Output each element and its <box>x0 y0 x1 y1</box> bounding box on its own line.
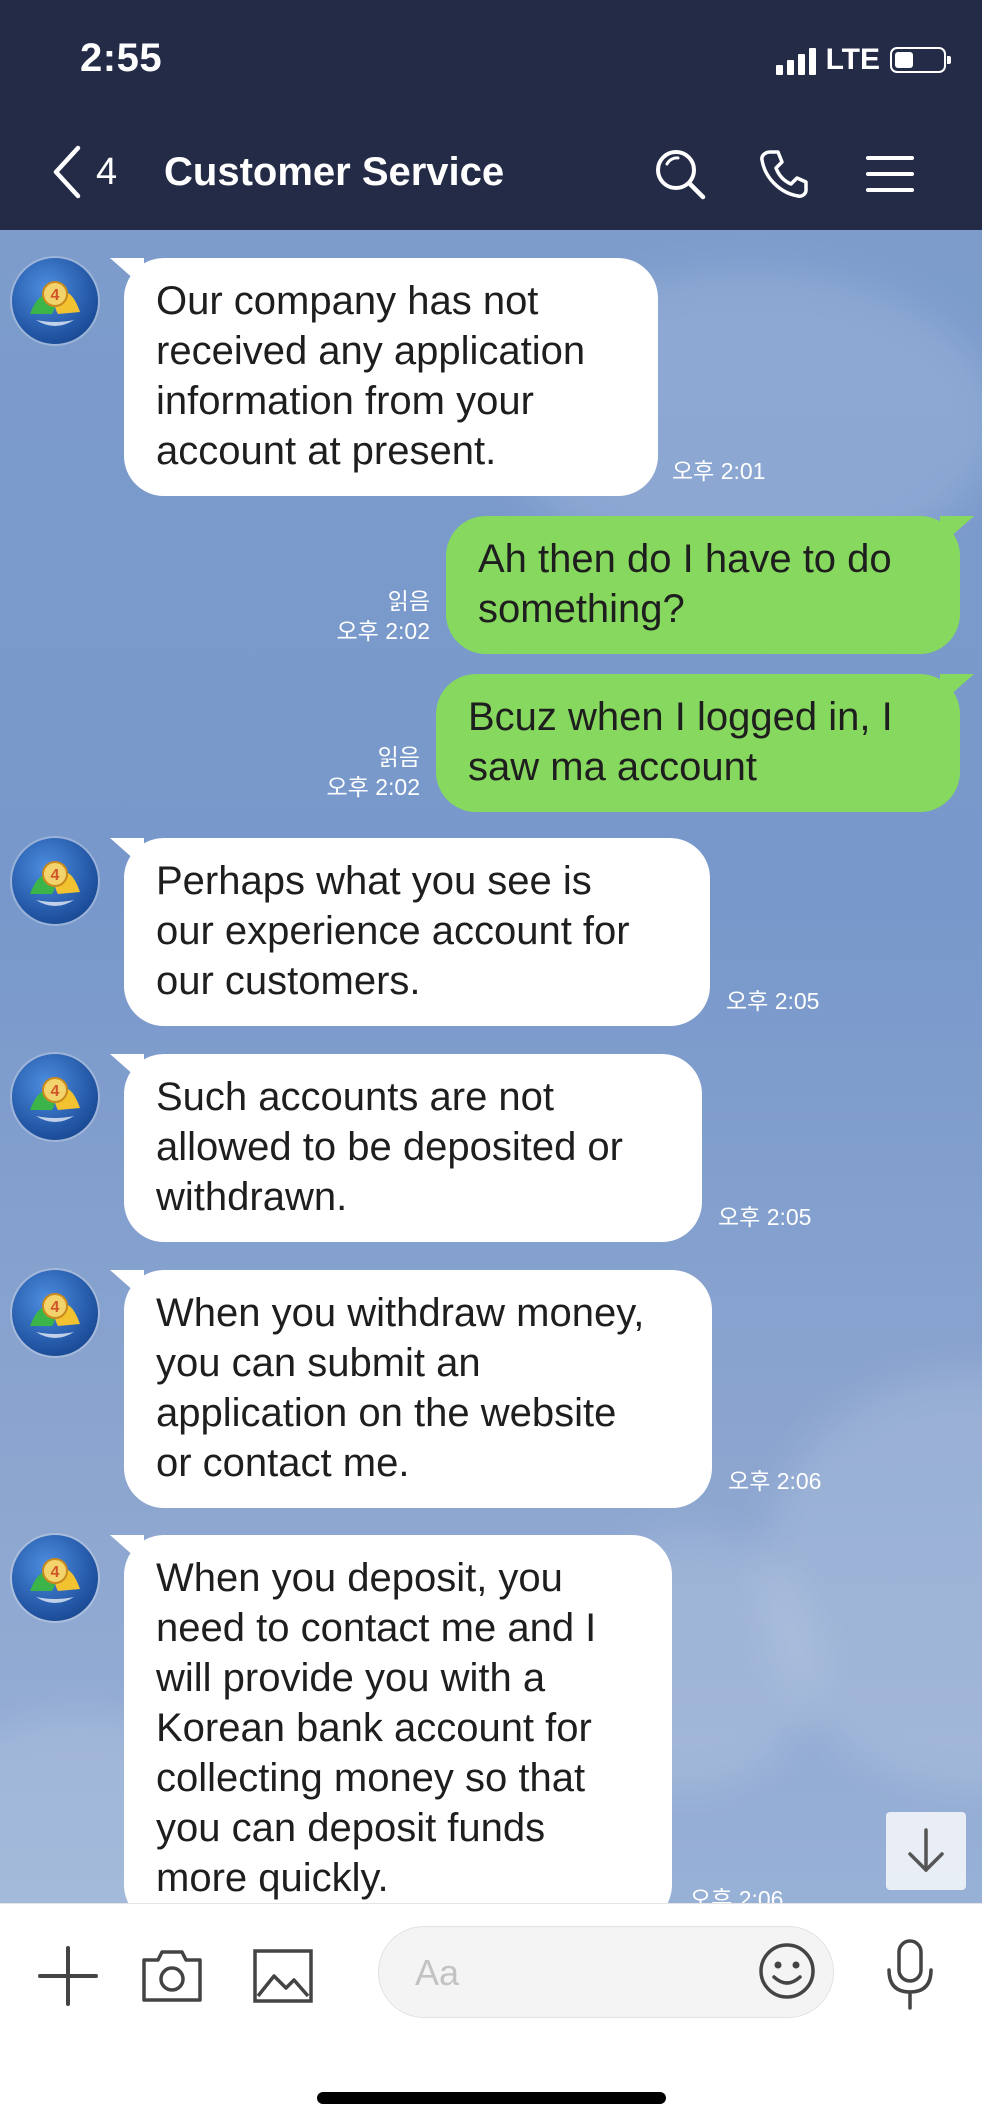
message-text-line: When you withdraw money, <box>156 1291 645 1335</box>
svg-text:4: 4 <box>51 867 60 884</box>
message-timestamp: 오후 2:05 <box>718 1204 812 1230</box>
agent-avatar-icon[interactable]: 4 <box>12 1054 98 1140</box>
message-text-line: our customers. <box>156 959 421 1003</box>
trading-logo-icon: 4 <box>30 1077 80 1122</box>
battery-icon <box>890 47 951 73</box>
message-text-line: Bcuz when I logged in, I <box>468 695 893 739</box>
image-icon[interactable] <box>252 1948 314 2004</box>
read-status: 읽음 <box>377 744 420 770</box>
message-text-line: account at present. <box>156 429 497 473</box>
message-text-line: something? <box>478 587 685 631</box>
svg-text:4: 4 <box>51 1564 60 1581</box>
message-text-line: withdrawn. <box>156 1175 348 1219</box>
message-text-line: our experience account for <box>156 909 630 953</box>
message-timestamp: 오후 2:06 <box>690 1886 784 1903</box>
chat-message-list[interactable]: 4 Our company has not received any appli… <box>0 230 982 1903</box>
agent-avatar-icon[interactable]: 4 <box>12 838 98 924</box>
outgoing-message-bubble[interactable]: Ah then do I have to do something? <box>446 516 960 654</box>
message-text-line: Ah then do I have to do <box>478 537 892 581</box>
message-text-line: or contact me. <box>156 1441 410 1485</box>
message-text-line: need to contact me and I <box>156 1606 597 1650</box>
message-read-receipt: 읽음 오후 2:02 <box>300 586 430 646</box>
menu-icon[interactable] <box>862 146 918 202</box>
chat-title: Customer Service <box>164 150 505 194</box>
status-time: 2:55 <box>80 36 163 80</box>
message-text-line: will provide you with a <box>156 1656 546 1700</box>
message-text-line: information from your <box>156 379 534 423</box>
back-button[interactable]: 4 <box>50 144 117 200</box>
incoming-message-bubble[interactable]: Our company has not received any applica… <box>124 258 658 496</box>
emoji-icon[interactable] <box>757 1941 817 2001</box>
message-text-line: Our company has not <box>156 279 539 323</box>
message-text-line: Korean bank account for <box>156 1706 592 1750</box>
home-indicator <box>317 2092 666 2104</box>
back-chevron-icon <box>53 145 81 199</box>
agent-avatar-icon[interactable]: 4 <box>12 258 98 344</box>
message-timestamp: 오후 2:06 <box>728 1468 822 1494</box>
agent-avatar-icon[interactable]: 4 <box>12 1535 98 1621</box>
message-text-line: received any application <box>156 329 586 373</box>
incoming-message-bubble[interactable]: Perhaps what you see is our experience a… <box>124 838 710 1026</box>
message-text-line: collecting money so that <box>156 1756 586 1800</box>
svg-text:4: 4 <box>51 1083 60 1100</box>
incoming-message-bubble[interactable]: Such accounts are not allowed to be depo… <box>124 1054 702 1242</box>
svg-text:4: 4 <box>51 287 60 304</box>
message-timestamp: 오후 2:02 <box>326 774 420 800</box>
message-text-line: Such accounts are not <box>156 1075 555 1119</box>
message-text-line: Perhaps what you see is <box>156 859 592 903</box>
read-status: 읽음 <box>387 588 430 614</box>
unread-chat-count: 4 <box>96 150 118 193</box>
message-timestamp: 오후 2:01 <box>672 458 766 484</box>
message-timestamp: 오후 2:05 <box>726 988 820 1014</box>
microphone-icon[interactable] <box>882 1938 938 2012</box>
message-text-line: you can deposit funds <box>156 1806 546 1850</box>
camera-icon[interactable] <box>140 1946 204 2004</box>
incoming-message-bubble[interactable]: When you deposit, you need to contact me… <box>124 1535 672 1903</box>
status-indicators: LTE <box>775 40 951 80</box>
message-timestamp: 오후 2:02 <box>336 618 430 644</box>
trading-logo-icon: 4 <box>30 861 80 906</box>
trading-logo-icon: 4 <box>30 1293 80 1338</box>
phone-icon[interactable] <box>756 146 812 202</box>
message-text-line: saw ma account <box>468 745 758 789</box>
message-input[interactable]: Aa <box>378 1926 834 2018</box>
agent-avatar-icon[interactable]: 4 <box>12 1270 98 1356</box>
scroll-to-bottom-button[interactable] <box>886 1812 966 1890</box>
svg-text:4: 4 <box>51 1299 60 1316</box>
message-input-placeholder: Aa <box>415 1952 460 1993</box>
cellular-signal-icon <box>775 45 816 75</box>
trading-logo-icon: 4 <box>30 1558 80 1603</box>
network-type: LTE <box>825 43 880 76</box>
message-text-line: more quickly. <box>156 1856 389 1900</box>
plus-icon[interactable] <box>36 1944 100 2008</box>
top-bar: 2:55 LTE 4 Customer Service <box>0 0 982 230</box>
message-text-line: application on the website <box>156 1391 617 1435</box>
message-read-receipt: 읽음 오후 2:02 <box>290 742 420 802</box>
message-text-line: you can submit an <box>156 1341 481 1385</box>
outgoing-message-bubble[interactable]: Bcuz when I logged in, I saw ma account <box>436 674 960 812</box>
message-text-line: When you deposit, you <box>156 1556 563 1600</box>
trading-logo-icon: 4 <box>30 281 80 326</box>
chat-header: 4 Customer Service <box>0 120 982 230</box>
incoming-message-bubble[interactable]: When you withdraw money, you can submit … <box>124 1270 712 1508</box>
scroll-down-arrow-icon <box>908 1828 944 1872</box>
message-text-line: allowed to be deposited or <box>156 1125 623 1169</box>
search-icon[interactable] <box>652 146 708 202</box>
